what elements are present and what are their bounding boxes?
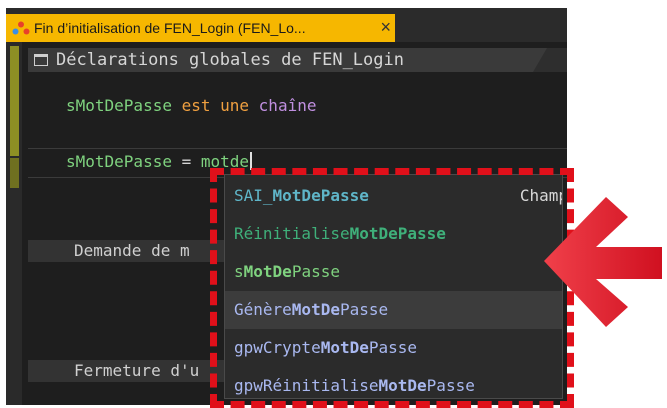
window-icon — [34, 54, 48, 66]
type-name: chaîne — [258, 96, 317, 115]
section-header[interactable]: Déclarations globales de FEN_Login — [28, 48, 533, 72]
modified-marker — [10, 158, 19, 188]
highlight-dashed-box — [210, 168, 574, 408]
operator: = — [171, 152, 201, 171]
keyword: est une — [171, 96, 259, 115]
tab-title: Fin d’initialisation de FEN_Login (FEN_L… — [34, 20, 306, 36]
windev-app-icon — [12, 21, 30, 35]
close-icon[interactable]: × — [380, 17, 391, 37]
code-line[interactable]: sMotDePasse est une chaîne — [66, 96, 316, 115]
section-header-tail — [533, 48, 567, 72]
editor-gutter — [6, 42, 22, 405]
variable-name: sMotDePasse — [66, 96, 172, 115]
pointer-arrow-icon — [544, 197, 662, 327]
editor-tab[interactable]: Fin d’initialisation de FEN_Login (FEN_L… — [6, 14, 395, 42]
modified-marker — [10, 46, 19, 156]
tab-bar: Fin d’initialisation de FEN_Login (FEN_L… — [6, 8, 567, 42]
variable-name: sMotDePasse — [66, 152, 172, 171]
section-title: Déclarations globales de FEN_Login — [56, 50, 404, 70]
